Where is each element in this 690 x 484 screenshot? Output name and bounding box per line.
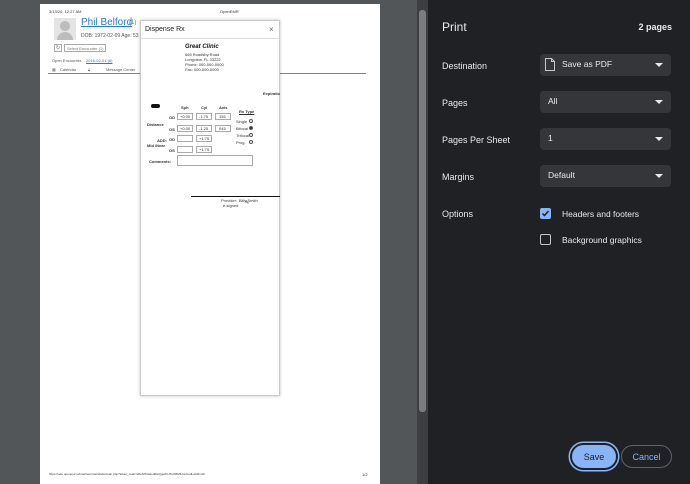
margins-label: Margins: [442, 172, 475, 182]
eye-glasses-icon: [151, 104, 160, 108]
os-sph-value: +0.00: [180, 126, 191, 131]
chevron-down-icon: [655, 100, 663, 104]
od-sph-value: +0.00: [180, 114, 191, 119]
od-axis-value: 155: [219, 114, 226, 119]
os-cyl-value: -1.25: [199, 126, 209, 131]
destination-label: Destination: [442, 61, 488, 71]
pages-value: All: [548, 96, 558, 106]
pages-label: Pages: [442, 98, 468, 108]
page-header-date: 3/13/20, 12:27 AM: [49, 9, 82, 14]
dialog-title: Dispense Rx: [145, 26, 185, 33]
chevron-down-icon: [655, 137, 663, 141]
patient-dob: DOB: 1972-02-09 Age: 53: [81, 33, 139, 39]
pages-per-sheet-value: 1: [548, 133, 553, 143]
destination-value: Save as PDF: [562, 59, 613, 69]
pages-per-sheet-label: Pages Per Sheet: [442, 135, 511, 145]
background-graphics-label[interactable]: Background graphics: [562, 235, 642, 245]
add-os-value: +1.75: [199, 147, 210, 152]
print-title: Print: [442, 20, 467, 34]
avatar: [54, 18, 76, 40]
patient-suffix: (1): [129, 20, 137, 26]
os-axis-field[interactable]: 045: [215, 125, 231, 132]
rx-prog-label: Prog.: [236, 140, 246, 145]
rx-trifocal-radio[interactable]: [249, 133, 253, 137]
preview-scrollbar[interactable]: [417, 0, 428, 484]
options-label: Options: [442, 209, 474, 219]
od-sph-field[interactable]: +0.00: [177, 113, 193, 120]
select-encounter-label: Select Encounter (1): [67, 46, 104, 51]
e-signed-label: e-signed: [223, 203, 239, 208]
comments-label: Comments:: [149, 159, 172, 164]
add-od-empty-field[interactable]: [177, 135, 193, 142]
rx-bifocal-label: Bifocal: [236, 126, 249, 131]
headers-footers-checkbox[interactable]: [540, 208, 551, 219]
col-rx-type: Rx Type: [239, 109, 255, 114]
headers-footers-label[interactable]: Headers and footers: [562, 209, 639, 219]
chevron-down-icon: [655, 174, 663, 178]
add-od-value: +1.75: [199, 136, 210, 141]
clinic-name: Great Clinic: [185, 44, 219, 50]
os-label: OS: [169, 127, 175, 132]
col-axis: Axis: [219, 105, 228, 110]
print-preview-area: 3/13/20, 12:27 AM OpenEMR Phil Belford (…: [0, 0, 428, 484]
check-icon: [541, 210, 550, 217]
nav-message-center[interactable]: Message Center: [106, 67, 135, 72]
dialog-close-button[interactable]: ×: [269, 25, 274, 34]
od-axis-field[interactable]: 155: [215, 113, 231, 120]
od-label: OD: [169, 115, 175, 120]
page-footer-url: https://ode.openemr.io/interface/main/ta…: [49, 472, 206, 476]
pages-select[interactable]: All: [540, 91, 671, 113]
signature-icon: ✎: [245, 200, 250, 206]
distance-label: Distance: [147, 122, 164, 127]
patient-name-link[interactable]: Phil Belford: [81, 17, 132, 28]
pages-per-sheet-select[interactable]: 1: [540, 128, 671, 150]
save-button[interactable]: Save: [572, 445, 616, 468]
open-encounter-link[interactable]: 2016-02-01 (6): [86, 58, 112, 63]
od-cyl-field[interactable]: -1.75: [196, 113, 212, 120]
rx-bifocal-radio[interactable]: [249, 126, 253, 130]
lock-icon: 🔒︎: [88, 67, 91, 72]
mid-near-label: Mid /Near: [147, 143, 166, 148]
chevron-down-icon: [655, 63, 663, 67]
os-axis-value: 045: [219, 126, 226, 131]
rx-trifocal-label: Trifocal: [236, 133, 249, 138]
os-cyl-field[interactable]: -1.25: [196, 125, 212, 132]
expiration-label: Expiratio: [263, 91, 281, 96]
add-os-field[interactable]: +1.75: [196, 146, 212, 153]
preview-page: 3/13/20, 12:27 AM OpenEMR Phil Belford (…: [40, 4, 380, 484]
clinic-fax: Fax: 000-000-0000: [185, 67, 219, 72]
col-sph: Sph: [181, 105, 189, 110]
background-graphics-checkbox[interactable]: [540, 234, 551, 245]
dispense-rx-dialog: Dispense Rx × Great Clinic 665 Roadsby R…: [140, 20, 280, 396]
open-encounter-label: Open Encounter:: [52, 58, 83, 63]
add-os-label: OS: [169, 148, 175, 153]
rx-single-label: Single: [236, 119, 248, 124]
col-cyl: Cyl: [201, 105, 208, 110]
comments-textarea[interactable]: [177, 155, 253, 166]
preview-scrollbar-thumb[interactable]: [419, 10, 426, 412]
page-header-title: OpenEMR: [220, 9, 239, 14]
od-cyl-value: -1.75: [199, 114, 209, 119]
page-count: 2 pages: [638, 22, 672, 32]
margins-value: Default: [548, 170, 575, 180]
nav-calendar[interactable]: Calendar: [60, 67, 76, 72]
signature-line: [191, 196, 280, 197]
margins-select[interactable]: Default: [540, 165, 671, 187]
calendar-icon: ▦: [52, 67, 56, 72]
rx-single-radio[interactable]: [249, 119, 253, 123]
dialog-title-divider: [141, 38, 279, 39]
add-od-field[interactable]: +1.75: [196, 135, 212, 142]
pdf-file-icon: [545, 58, 555, 71]
destination-select[interactable]: Save as PDF: [540, 54, 671, 76]
add-od-label: OD: [169, 137, 175, 142]
print-settings-panel: Print 2 pages Destination Save as PDF Pa…: [428, 0, 690, 484]
select-encounter-dropdown[interactable]: Select Encounter (1): [64, 44, 106, 52]
rx-prog-radio[interactable]: [249, 140, 253, 144]
page-footer-number: 1/2: [362, 472, 368, 477]
cancel-button[interactable]: Cancel: [621, 445, 672, 468]
add-os-empty-field[interactable]: [177, 146, 193, 153]
refresh-button[interactable]: ↻: [54, 44, 62, 52]
os-sph-field[interactable]: +0.00: [177, 125, 193, 132]
